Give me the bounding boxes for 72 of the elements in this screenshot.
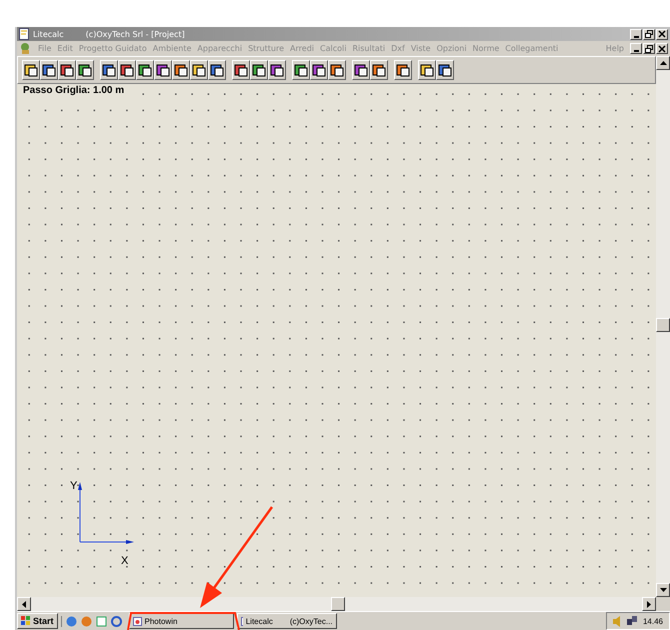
- menu-item[interactable]: Viste: [410, 44, 431, 53]
- right-arrow-icon: [647, 600, 651, 608]
- toolbar-button[interactable]: [22, 60, 40, 80]
- close-icon: [658, 44, 666, 52]
- grid-step-label: Passo Griglia: 1.00 m: [23, 85, 128, 96]
- menu-item[interactable]: File: [38, 44, 52, 53]
- restore-button[interactable]: [643, 43, 655, 54]
- network-icon[interactable]: [626, 616, 638, 626]
- minimize-button[interactable]: [630, 43, 642, 54]
- taskbar-button[interactable]: Photowin: [128, 613, 234, 629]
- toolbar-button[interactable]: [190, 60, 208, 80]
- restore-button[interactable]: [643, 28, 655, 40]
- toolbar-button[interactable]: [436, 60, 454, 80]
- toolbar-button[interactable]: [118, 60, 136, 80]
- scroll-up-button[interactable]: [656, 56, 670, 70]
- grid-canvas[interactable]: Passo Griglia: 1.00 m Y X: [17, 84, 656, 597]
- start-button[interactable]: Start: [17, 613, 58, 629]
- toolbar-button[interactable]: [76, 60, 94, 80]
- menu-item[interactable]: Risultati: [352, 44, 386, 53]
- menu-item[interactable]: Arredi: [290, 44, 314, 53]
- window-title: (c)OxyTech Srl - [Project]: [86, 30, 185, 38]
- scroll-down-button[interactable]: [656, 583, 670, 597]
- toolbar-button[interactable]: [154, 60, 172, 80]
- app-icon: [19, 28, 29, 40]
- menu-item[interactable]: Apparecchi: [197, 44, 242, 53]
- menu-item[interactable]: Collegamenti: [505, 44, 558, 53]
- scroll-thumb[interactable]: [331, 597, 345, 611]
- menu-item[interactable]: Norme: [472, 44, 500, 53]
- toolbar-button[interactable]: [58, 60, 76, 80]
- toolbar-button[interactable]: [352, 60, 370, 80]
- toolbar-button[interactable]: [370, 60, 388, 80]
- vertical-scrollbar[interactable]: [656, 56, 670, 597]
- menu-item[interactable]: Ambiente: [152, 44, 192, 53]
- toolbar-button[interactable]: [328, 60, 346, 80]
- down-arrow-icon: [660, 588, 666, 592]
- scroll-thumb[interactable]: [656, 318, 670, 332]
- minimize-button[interactable]: [630, 28, 642, 40]
- toolbar-button[interactable]: [310, 60, 328, 80]
- toolbar-button[interactable]: [40, 60, 58, 80]
- toolbar-button[interactable]: [172, 60, 190, 80]
- clock: 14.46: [642, 616, 663, 626]
- scroll-right-button[interactable]: [642, 597, 656, 611]
- help-menu[interactable]: Help: [606, 44, 624, 53]
- menu-item[interactable]: Opzioni: [436, 44, 467, 53]
- up-arrow-icon: [660, 61, 666, 65]
- menu-item[interactable]: Calcoli: [320, 44, 346, 53]
- toolbar-button[interactable]: [292, 60, 310, 80]
- x-axis-label: X: [121, 555, 128, 567]
- toolbar-button[interactable]: [394, 60, 412, 80]
- taskbar-button[interactable]: Litecalc (c)OxyTec...: [236, 613, 337, 629]
- close-button[interactable]: [656, 43, 668, 54]
- toolbar-button[interactable]: [208, 60, 226, 80]
- left-arrow-icon: [22, 600, 26, 608]
- toolbar-button[interactable]: [232, 60, 250, 80]
- toolbar-button[interactable]: [268, 60, 286, 80]
- menu-item[interactable]: Strutture: [248, 44, 284, 53]
- menu-item[interactable]: Dxf: [391, 44, 405, 53]
- close-button[interactable]: [656, 28, 668, 40]
- window-icon: [132, 616, 142, 626]
- y-axis-label: Y: [70, 480, 78, 492]
- close-icon: [658, 30, 666, 38]
- scroll-left-button[interactable]: [17, 597, 31, 611]
- toolbar-button[interactable]: [136, 60, 154, 80]
- windows-logo-icon: [21, 616, 31, 626]
- toolbar-button[interactable]: [250, 60, 268, 80]
- menu-item[interactable]: Progetto Guidato: [78, 44, 147, 53]
- menu-item[interactable]: Edit: [57, 44, 73, 53]
- window-icon: [240, 616, 243, 626]
- horizontal-scrollbar[interactable]: [17, 597, 670, 611]
- app-name: Litecalc: [33, 30, 64, 38]
- toolbar-button[interactable]: [418, 60, 436, 80]
- toolbar-button[interactable]: [100, 60, 118, 80]
